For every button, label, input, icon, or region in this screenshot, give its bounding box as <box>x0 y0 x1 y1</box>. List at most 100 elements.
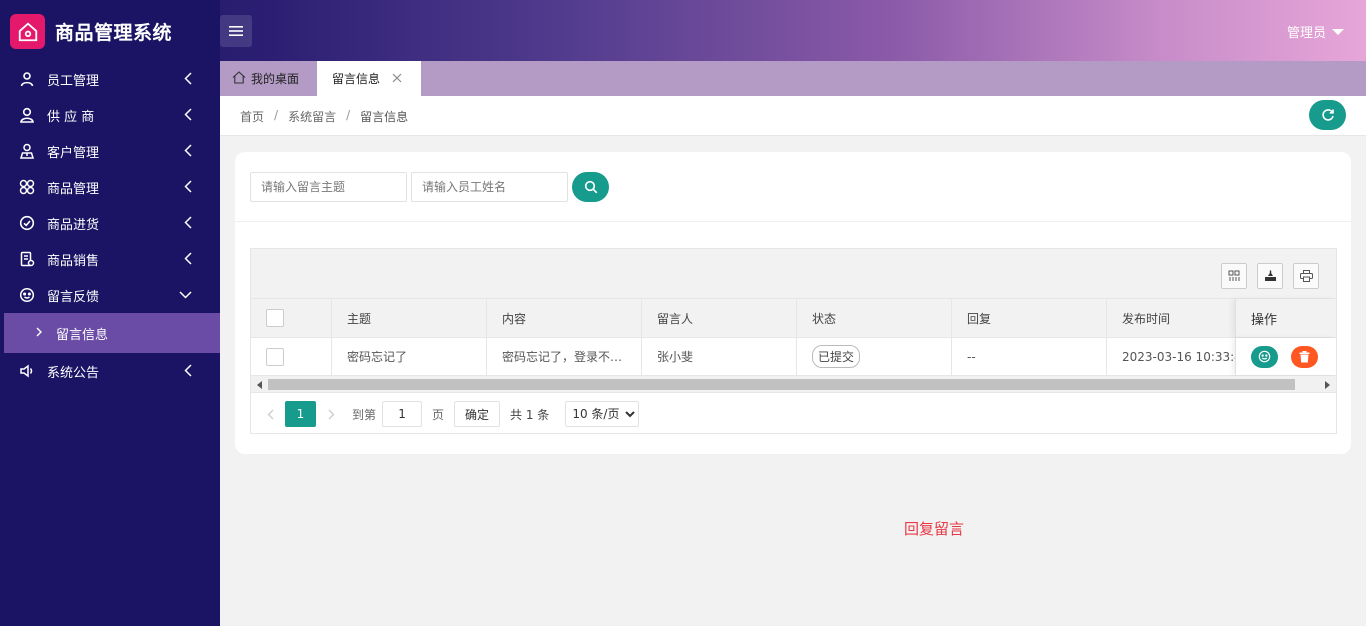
cell-reply: -- <box>952 338 1107 375</box>
chevron-left-icon <box>184 72 192 89</box>
sidebar-item-feedback[interactable]: 留言反馈 <box>0 277 220 313</box>
sidebar-item-purchase[interactable]: 商品进货 <box>0 205 220 241</box>
current-page-button[interactable]: 1 <box>285 401 316 427</box>
sidebar-item-label: 员工管理 <box>47 73 100 89</box>
scroll-left-icon[interactable] <box>257 381 262 389</box>
export-button[interactable] <box>1257 263 1283 289</box>
sidebar-item-label: 商品销售 <box>47 253 100 269</box>
chevron-right-icon <box>36 326 42 341</box>
chevron-left-icon <box>184 180 192 197</box>
cell-time: 2023-03-16 10:33:47 <box>1122 349 1237 364</box>
goto-confirm-button[interactable]: 确定 <box>454 401 501 427</box>
column-header-content[interactable]: 内容 <box>487 299 642 337</box>
column-header-topic[interactable]: 主题 <box>332 299 487 337</box>
home-icon <box>232 70 246 87</box>
column-header-time[interactable]: 发布时间 <box>1107 299 1237 337</box>
page-tabs: 我的桌面 留言信息 <box>220 61 1366 96</box>
brand-area: 商品管理系统 <box>0 0 220 61</box>
grid-cross-icon <box>17 177 37 197</box>
data-table: 主题 内容 留言人 状态 回复 发布时间 操作 密码忘记了 密码忘记了，登录不…… <box>250 248 1337 434</box>
chevron-left-icon <box>184 144 192 161</box>
breadcrumb-home[interactable]: 首页 <box>240 108 264 125</box>
search-button[interactable] <box>572 172 609 202</box>
sidebar-item-sales[interactable]: 商品销售 <box>0 241 220 277</box>
status-badge: 已提交 <box>812 345 861 368</box>
delete-button[interactable] <box>1291 345 1318 368</box>
sidebar-item-staff[interactable]: 员工管理 <box>0 61 220 97</box>
user-label: 管理员 <box>1286 26 1326 41</box>
check-circle-icon <box>17 213 37 233</box>
select-all-checkbox[interactable] <box>266 309 284 327</box>
chevron-left-icon <box>184 108 192 125</box>
sidebar-subitem-message-info[interactable]: 留言信息 <box>4 313 220 353</box>
search-form <box>250 172 609 202</box>
reply-message-label: 回复留言 <box>904 520 965 538</box>
tab-home[interactable]: 我的桌面 <box>232 61 299 96</box>
users-icon <box>17 141 37 161</box>
reply-button[interactable] <box>1251 345 1278 368</box>
sidebar-item-label: 客户管理 <box>47 145 100 161</box>
page-size-select[interactable]: 10 条/页 <box>565 401 640 427</box>
sidebar-item-label: 商品进货 <box>47 217 100 233</box>
cell-content: 密码忘记了，登录不… <box>487 338 642 375</box>
sidebar-item-customer[interactable]: 客户管理 <box>0 133 220 169</box>
horizontal-scrollbar[interactable] <box>251 376 1336 393</box>
hamburger-icon <box>229 26 243 36</box>
refresh-button[interactable] <box>1309 100 1346 130</box>
sidebar-item-label: 留言反馈 <box>47 289 100 305</box>
column-filter-button[interactable] <box>1221 263 1247 289</box>
breadcrumb-system-messages[interactable]: 系统留言 <box>288 108 336 125</box>
sidebar-item-goods[interactable]: 商品管理 <box>0 169 220 205</box>
columns-icon <box>1228 270 1240 281</box>
scroll-right-icon[interactable] <box>1325 381 1330 389</box>
smile-icon <box>17 285 37 305</box>
table-toolbar <box>251 249 1336 299</box>
column-header-reply[interactable]: 回复 <box>952 299 1107 337</box>
smile-icon <box>1258 350 1271 363</box>
chevron-left-icon <box>184 364 192 381</box>
column-header-author[interactable]: 留言人 <box>642 299 797 337</box>
content-card: 主题 内容 留言人 状态 回复 发布时间 操作 密码忘记了 密码忘记了，登录不…… <box>235 152 1351 454</box>
sidebar-item-supplier[interactable]: 供 应 商 <box>0 97 220 133</box>
print-button[interactable] <box>1293 263 1319 289</box>
caret-down-icon <box>1332 28 1344 35</box>
sidebar-item-label: 系统公告 <box>47 365 100 381</box>
user-menu[interactable]: 管理员 <box>1287 22 1344 41</box>
topic-search-input[interactable] <box>250 172 407 202</box>
trash-icon <box>1299 350 1310 362</box>
tab-label: 我的桌面 <box>251 72 300 86</box>
scrollbar-thumb[interactable] <box>268 379 1295 390</box>
refresh-icon <box>1321 109 1334 121</box>
sidebar-subitem-label: 留言信息 <box>56 327 109 343</box>
sidebar-item-announcement[interactable]: 系统公告 <box>0 353 220 389</box>
table-row: 密码忘记了 密码忘记了，登录不… 张小斐 已提交 -- 2023-03-16 1… <box>251 338 1336 376</box>
next-page-icon[interactable] <box>316 409 346 420</box>
cell-topic: 密码忘记了 <box>332 338 487 375</box>
chevron-left-icon <box>184 252 192 269</box>
goto-label: 到第 <box>352 407 377 422</box>
breadcrumb-current: 留言信息 <box>360 110 409 124</box>
search-icon <box>584 180 597 194</box>
sidebar-item-label: 商品管理 <box>47 181 100 197</box>
print-icon <box>1299 270 1313 282</box>
table-header: 主题 内容 留言人 状态 回复 发布时间 操作 <box>251 299 1336 338</box>
menu-toggle-button[interactable] <box>220 15 252 47</box>
prev-page-icon[interactable] <box>255 409 285 420</box>
page-unit-label: 页 <box>432 407 445 422</box>
staff-name-search-input[interactable] <box>411 172 568 202</box>
row-actions <box>1235 338 1336 375</box>
chevron-left-icon <box>184 216 192 233</box>
export-icon <box>1264 270 1276 281</box>
goto-page-input[interactable] <box>382 401 423 427</box>
close-icon[interactable] <box>392 72 402 86</box>
breadcrumb: 首页 / 系统留言 / 留言信息 <box>240 108 409 125</box>
user-icon <box>17 105 37 125</box>
tab-message-info[interactable]: 留言信息 <box>317 61 421 96</box>
row-checkbox[interactable] <box>266 347 284 366</box>
tab-label: 留言信息 <box>332 72 381 86</box>
cell-author: 张小斐 <box>642 338 797 375</box>
chevron-down-icon <box>179 288 192 303</box>
receipt-icon <box>17 249 37 269</box>
column-header-status[interactable]: 状态 <box>797 299 952 337</box>
speaker-icon <box>17 361 37 381</box>
